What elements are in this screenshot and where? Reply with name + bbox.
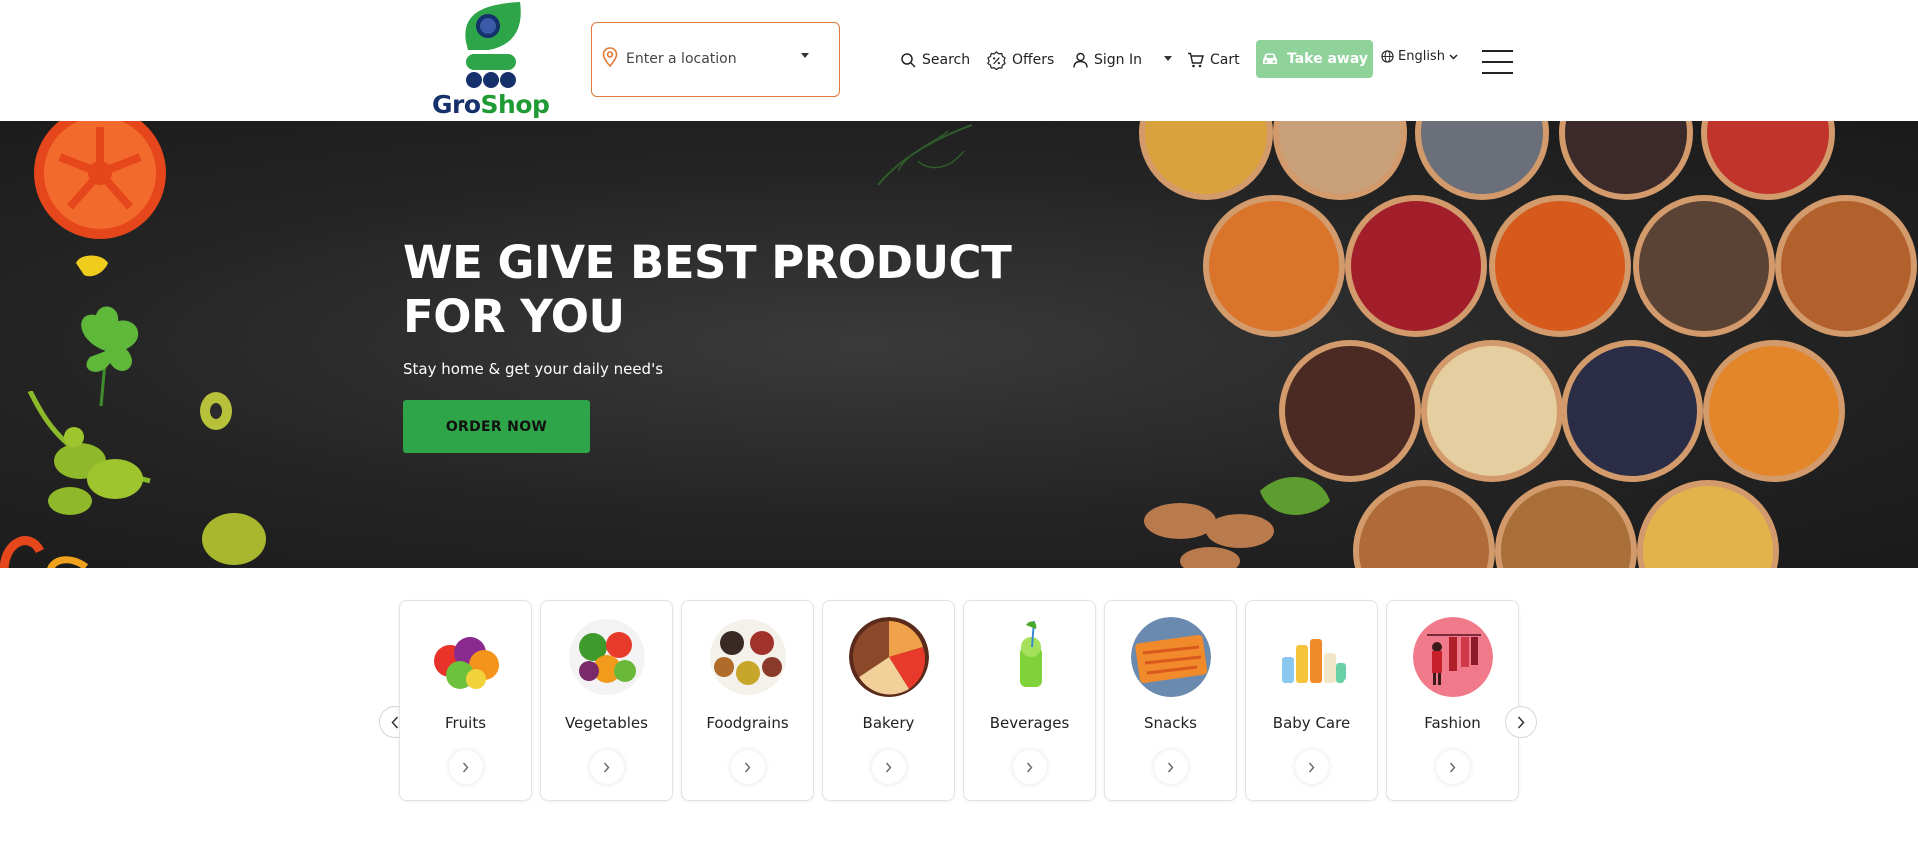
logo-text-gro: Gro [432,90,481,119]
vegetables-image [567,617,647,697]
chevron-right-icon[interactable] [448,750,483,784]
category-card-beverages[interactable]: Beverages [963,600,1096,801]
logo-wordmark: GroShop [432,90,550,119]
category-label: Foodgrains [706,714,789,732]
order-now-button[interactable]: ORDER NOW [403,400,590,453]
fruits-image [426,617,506,697]
logo-text-shop: Shop [480,90,550,119]
fashion-image [1413,617,1493,697]
take-away-label: Take away [1286,51,1369,67]
menu-line [1482,50,1513,52]
nav-sign-in-label: Sign In [1094,52,1142,68]
category-label: Beverages [989,714,1070,732]
category-card-baby-care[interactable]: Baby Care [1245,600,1378,801]
language-label: English [1398,49,1445,64]
baby-care-image [1272,617,1352,697]
site-logo[interactable]: GroShop [430,2,552,119]
nav-cart[interactable]: Cart [1187,48,1240,72]
location-input[interactable] [626,47,796,71]
beverages-image [990,617,1070,697]
tomato-slice-image [34,121,166,239]
chevron-right-icon[interactable] [1294,750,1329,784]
dried-fruits-bowls-image [1139,121,1917,568]
foodgrains-image [708,617,788,697]
bakery-image [849,617,929,697]
language-selector[interactable]: English [1381,49,1462,64]
yellow-pepper-piece-image [76,255,108,277]
hero-subtitle: Stay home & get your daily need's [403,360,664,378]
olive-branch-image [27,391,151,515]
category-label: Vegetables [565,714,648,732]
category-label: Snacks [1144,714,1197,732]
chevron-right-icon[interactable] [1435,750,1470,784]
category-carousel: Fruits Vegetables Foodgrains Bakery Beve… [399,600,1521,801]
chevron-down-icon [1449,53,1458,60]
location-selector[interactable] [591,22,840,97]
category-label: Bakery [862,714,915,732]
nav-search-label: Search [922,52,971,68]
red-pepper-ring-image [0,536,89,568]
sign-in-dropdown-icon[interactable] [1164,56,1172,61]
category-label: Fruits [444,714,487,732]
globe-icon [1381,50,1394,63]
hero-title: WE GIVE BEST PRODUCT FOR YOU [403,236,1012,343]
chevron-right-icon[interactable] [589,750,624,784]
nav-cart-label: Cart [1210,52,1240,68]
hero-banner: WE GIVE BEST PRODUCT FOR YOU Stay home &… [0,121,1918,568]
herb-sketch-image [877,124,973,186]
site-header: GroShop Search Offers Sign In [0,0,1918,121]
olive-ring-image [200,392,232,430]
menu-line [1482,61,1513,63]
chevron-right-icon[interactable] [730,750,765,784]
chevron-right-icon[interactable] [1153,750,1188,784]
nav-search[interactable]: Search [900,48,970,72]
user-icon [1073,52,1088,68]
cart-icon [1188,52,1204,68]
category-card-bakery[interactable]: Bakery [822,600,955,801]
hamburger-menu-icon[interactable] [1482,50,1513,74]
category-card-snacks[interactable]: Snacks [1104,600,1237,801]
chevron-down-icon[interactable] [801,53,809,58]
category-card-fruits[interactable]: Fruits [399,600,532,801]
green-olive-image [202,513,266,565]
cart-leaf-logo-icon [465,2,521,88]
search-icon [901,53,916,68]
take-away-button[interactable]: Take away [1256,40,1373,78]
category-card-fashion[interactable]: Fashion [1386,600,1519,801]
nav-sign-in[interactable]: Sign In [1073,48,1142,72]
discount-badge-icon [987,50,1006,70]
category-card-vegetables[interactable]: Vegetables [540,600,673,801]
category-label: Baby Care [1272,714,1351,732]
chevron-right-icon [1517,715,1525,729]
carousel-next-button[interactable] [1505,706,1537,738]
snacks-image [1131,617,1211,697]
menu-line [1482,72,1513,74]
chevron-right-icon[interactable] [1012,750,1047,784]
chevron-right-icon[interactable] [871,750,906,784]
nav-offers[interactable]: Offers [987,48,1054,72]
category-card-foodgrains[interactable]: Foodgrains [681,600,814,801]
chevron-left-icon [391,715,399,729]
category-label: Fashion [1424,714,1481,732]
car-icon [1262,53,1277,64]
nav-offers-label: Offers [1012,52,1055,68]
map-pin-icon [602,47,618,67]
